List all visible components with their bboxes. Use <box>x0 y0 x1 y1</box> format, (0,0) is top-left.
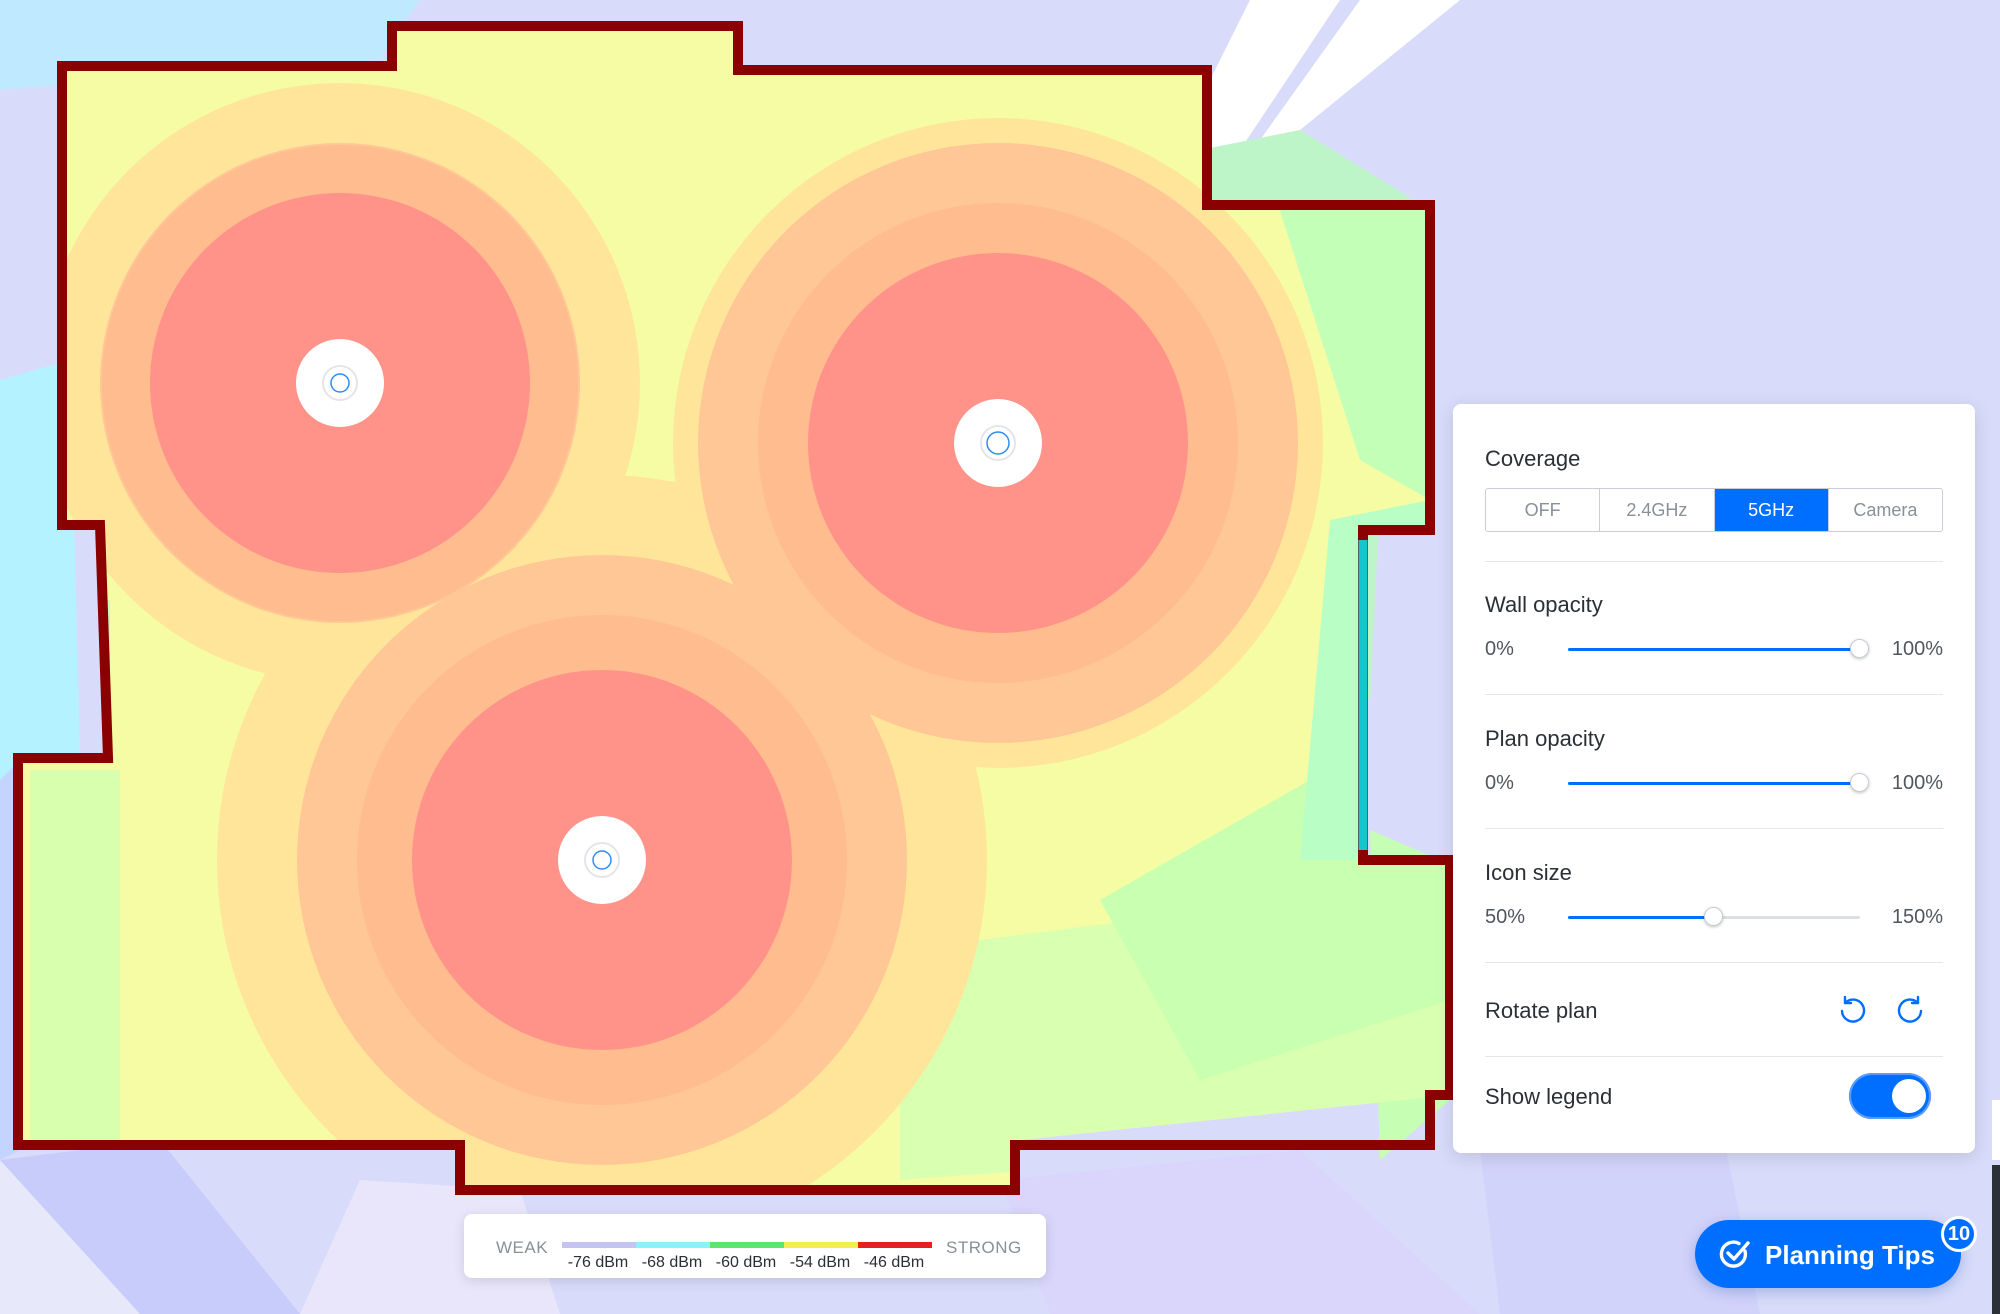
plan-opacity-label: Plan opacity <box>1485 726 1605 751</box>
plan-opacity-thumb[interactable] <box>1850 773 1869 792</box>
access-point-2[interactable] <box>954 399 1042 487</box>
icon-size-min: 50% <box>1485 906 1526 928</box>
divider <box>1485 694 1943 695</box>
icon-size-thumb[interactable] <box>1704 907 1723 926</box>
icon-size-max: 150% <box>1891 906 1943 928</box>
legend-segment <box>636 1242 710 1248</box>
legend-tick: -68 dBm <box>641 1254 703 1271</box>
wall-opacity-max: 100% <box>1891 638 1943 660</box>
show-legend-label: Show legend <box>1485 1084 1613 1109</box>
wall-opacity-label: Wall opacity <box>1485 592 1603 617</box>
signal-legend: WEAK STRONG -76 dBm -68 dBm -60 dBm -54 … <box>464 1214 1046 1278</box>
access-point-1[interactable] <box>296 339 384 427</box>
coverage-option-5ghz[interactable]: 5GHz <box>1714 489 1829 531</box>
toggle-knob <box>1892 1079 1926 1113</box>
coverage-segmented-control: OFF 2.4GHz 5GHz Camera <box>1485 488 1943 532</box>
rotate-plan-label: Rotate plan <box>1485 998 1598 1023</box>
divider <box>1485 1056 1943 1057</box>
plan-opacity-min: 0% <box>1485 772 1514 794</box>
map-settings-panel: Coverage OFF 2.4GHz 5GHz Camera Wall opa… <box>1453 404 1975 1153</box>
coverage-option-camera[interactable]: Camera <box>1829 489 1942 531</box>
plan-opacity-max: 100% <box>1891 772 1943 794</box>
legend-segment <box>858 1242 932 1248</box>
coverage-title: Coverage <box>1485 446 1581 471</box>
plan-opacity-slider[interactable] <box>1568 773 1869 792</box>
rotate-ccw-icon[interactable] <box>1836 994 1868 1026</box>
planning-tips-badge: 10 <box>1941 1216 1977 1252</box>
check-circle-icon <box>1719 1240 1750 1268</box>
planning-tips-label: Planning Tips <box>1765 1240 1935 1270</box>
icon-size-slider[interactable] <box>1568 907 1860 926</box>
edge-control <box>1992 1100 2000 1160</box>
legend-segment <box>562 1242 636 1248</box>
legend-tick: -54 dBm <box>789 1254 851 1271</box>
rotate-cw-icon[interactable] <box>1895 994 1927 1026</box>
divider <box>1485 561 1943 562</box>
divider <box>1485 828 1943 829</box>
legend-tick: -76 dBm <box>567 1254 629 1271</box>
show-legend-toggle[interactable] <box>1849 1073 1931 1119</box>
planning-tips-button[interactable]: Planning Tips 10 <box>1695 1216 1977 1288</box>
legend-segment <box>784 1242 858 1248</box>
legend-segment <box>710 1242 784 1248</box>
coverage-option-2-4ghz[interactable]: 2.4GHz <box>1600 489 1715 531</box>
icon-size-label: Icon size <box>1485 860 1572 885</box>
legend-tick: -46 dBm <box>863 1254 925 1271</box>
legend-tick: -60 dBm <box>715 1254 777 1271</box>
wall-opacity-slider[interactable] <box>1568 639 1869 658</box>
wall-opacity-thumb[interactable] <box>1850 639 1869 658</box>
divider <box>1485 962 1943 963</box>
access-point-3[interactable] <box>558 816 646 904</box>
coverage-option-off[interactable]: OFF <box>1486 489 1601 531</box>
wall-opacity-min: 0% <box>1485 638 1514 660</box>
legend-weak-label: WEAK <box>496 1238 549 1257</box>
edge-control-dark <box>1992 1165 2000 1314</box>
legend-strong-label: STRONG <box>946 1238 1022 1257</box>
